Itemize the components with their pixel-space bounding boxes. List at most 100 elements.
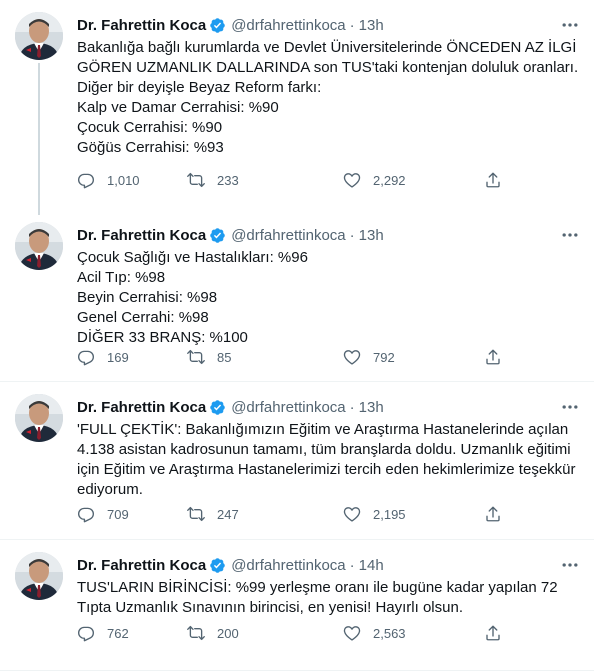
tweet-text: Çocuk Sağlığı ve Hastalıkları: %96 Acil …: [77, 248, 587, 348]
retweet-count: 85: [217, 349, 232, 365]
reply-button[interactable]: 169: [77, 347, 129, 367]
retweet-icon: [187, 624, 205, 642]
author-handle[interactable]: @drfahrettinkoca: [231, 557, 345, 574]
retweet-count: 200: [217, 625, 239, 641]
reply-button[interactable]: 709: [77, 504, 129, 524]
tweet[interactable]: Dr. Fahrettin Koca @drfahrettinkoca · 13…: [0, 210, 594, 382]
share-button[interactable]: [484, 504, 502, 524]
tweet-text-line: TUS'LARIN BİRİNCİSİ: %99 yerleşme oranı …: [77, 579, 558, 596]
like-count: 2,563: [373, 625, 406, 641]
like-icon: [343, 624, 361, 642]
verified-badge-icon: [209, 557, 226, 574]
like-button[interactable]: 792: [343, 347, 395, 367]
tweet-text-line: Çocuk Sağlığı ve Hastalıkları: %96: [77, 249, 308, 266]
author-handle[interactable]: @drfahrettinkoca: [231, 17, 345, 34]
reply-icon: [77, 171, 95, 189]
tweet-text: 'FULL ÇEKTİK': Bakanlığımızın Eğitim ve …: [77, 420, 587, 500]
like-icon: [343, 505, 361, 523]
retweet-icon: [187, 171, 205, 189]
like-count: 2,195: [373, 506, 406, 522]
tweet-text-line: Kalp ve Damar Cerrahisi: %90: [77, 99, 279, 116]
tweet-text-line: DİĞER 33 BRANŞ: %100: [77, 329, 248, 346]
tweet-text-line: ediyorum.: [77, 481, 143, 498]
avatar[interactable]: [15, 394, 63, 442]
thread-connector-line: [38, 63, 40, 215]
share-icon: [484, 505, 502, 523]
reply-count: 709: [107, 506, 129, 522]
retweet-button[interactable]: 247: [187, 504, 239, 524]
tweet-actions: 762 200 2,563: [77, 623, 517, 643]
separator-dot: ·: [349, 398, 355, 416]
tweet-text-line: Göğüs Cerrahisi: %93: [77, 139, 224, 156]
reply-icon: [77, 505, 95, 523]
avatar[interactable]: [15, 12, 63, 60]
like-button[interactable]: 2,195: [343, 504, 406, 524]
author-handle[interactable]: @drfahrettinkoca: [231, 227, 345, 244]
like-button[interactable]: 2,292: [343, 170, 406, 190]
tweet-header: Dr. Fahrettin Koca @drfahrettinkoca · 13…: [77, 14, 580, 36]
timestamp[interactable]: 14h: [359, 557, 384, 574]
share-icon: [484, 348, 502, 366]
reply-count: 1,010: [107, 172, 140, 188]
separator-dot: ·: [349, 556, 355, 574]
author-name[interactable]: Dr. Fahrettin Koca: [77, 557, 206, 574]
reply-button[interactable]: 1,010: [77, 170, 140, 190]
tweet-text-line: Tıpta Uzmanlık Sınavının birincisi, en y…: [77, 599, 463, 616]
avatar[interactable]: [15, 552, 63, 600]
author-handle[interactable]: @drfahrettinkoca: [231, 399, 345, 416]
share-icon: [484, 171, 502, 189]
tweet-header: Dr. Fahrettin Koca @drfahrettinkoca · 13…: [77, 396, 580, 418]
author-name[interactable]: Dr. Fahrettin Koca: [77, 399, 206, 416]
tweet[interactable]: Dr. Fahrettin Koca @drfahrettinkoca · 13…: [0, 0, 594, 215]
share-button[interactable]: [484, 170, 502, 190]
author-name[interactable]: Dr. Fahrettin Koca: [77, 17, 206, 34]
tweet[interactable]: Dr. Fahrettin Koca @drfahrettinkoca · 14…: [0, 540, 594, 671]
tweet-header: Dr. Fahrettin Koca @drfahrettinkoca · 13…: [77, 224, 580, 246]
like-icon: [343, 171, 361, 189]
retweet-icon: [187, 505, 205, 523]
retweet-icon: [187, 348, 205, 366]
tweet-text-line: Çocuk Cerrahisi: %90: [77, 119, 223, 136]
share-button[interactable]: [484, 623, 502, 643]
tweet-text-line: GÖREN UZMANLIK DALLARINDA son TUS'taki k…: [77, 59, 579, 76]
share-icon: [484, 624, 502, 642]
tweet-header: Dr. Fahrettin Koca @drfahrettinkoca · 14…: [77, 554, 580, 576]
tweet-text-line: 'FULL ÇEKTİK': Bakanlığımızın Eğitim ve …: [77, 421, 569, 438]
share-button[interactable]: [484, 347, 502, 367]
retweet-button[interactable]: 233: [187, 170, 239, 190]
more-horizontal-icon[interactable]: [560, 225, 580, 245]
reply-button[interactable]: 762: [77, 623, 129, 643]
retweet-count: 233: [217, 172, 239, 188]
separator-dot: ·: [349, 16, 355, 34]
like-count: 792: [373, 349, 395, 365]
retweet-count: 247: [217, 506, 239, 522]
like-count: 2,292: [373, 172, 406, 188]
author-name[interactable]: Dr. Fahrettin Koca: [77, 227, 206, 244]
more-horizontal-icon[interactable]: [560, 555, 580, 575]
avatar[interactable]: [15, 222, 63, 270]
timestamp[interactable]: 13h: [359, 227, 384, 244]
tweet-text-line: Diğer bir deyişle Beyaz Reform farkı:: [77, 79, 322, 96]
verified-badge-icon: [209, 17, 226, 34]
reply-icon: [77, 624, 95, 642]
like-icon: [343, 348, 361, 366]
tweet-text-line: Acil Tıp: %98: [77, 269, 166, 286]
tweet-text-line: için Eğitim ve Araştırma Hastanelerimizi…: [77, 461, 576, 478]
verified-badge-icon: [209, 227, 226, 244]
tweet-actions: 1,010 233 2,292: [77, 170, 517, 190]
retweet-button[interactable]: 200: [187, 623, 239, 643]
tweet-text: Bakanlığa bağlı kurumlarda ve Devlet Üni…: [77, 38, 587, 158]
tweet-text-line: Genel Cerrahi: %98: [77, 309, 209, 326]
more-horizontal-icon[interactable]: [560, 397, 580, 417]
tweet[interactable]: Dr. Fahrettin Koca @drfahrettinkoca · 13…: [0, 382, 594, 540]
like-button[interactable]: 2,563: [343, 623, 406, 643]
tweet-text-line: Bakanlığa bağlı kurumlarda ve Devlet Üni…: [77, 39, 577, 56]
timestamp[interactable]: 13h: [359, 399, 384, 416]
reply-count: 169: [107, 349, 129, 365]
separator-dot: ·: [349, 226, 355, 244]
reply-count: 762: [107, 625, 129, 641]
verified-badge-icon: [209, 399, 226, 416]
more-horizontal-icon[interactable]: [560, 15, 580, 35]
retweet-button[interactable]: 85: [187, 347, 231, 367]
timestamp[interactable]: 13h: [359, 17, 384, 34]
